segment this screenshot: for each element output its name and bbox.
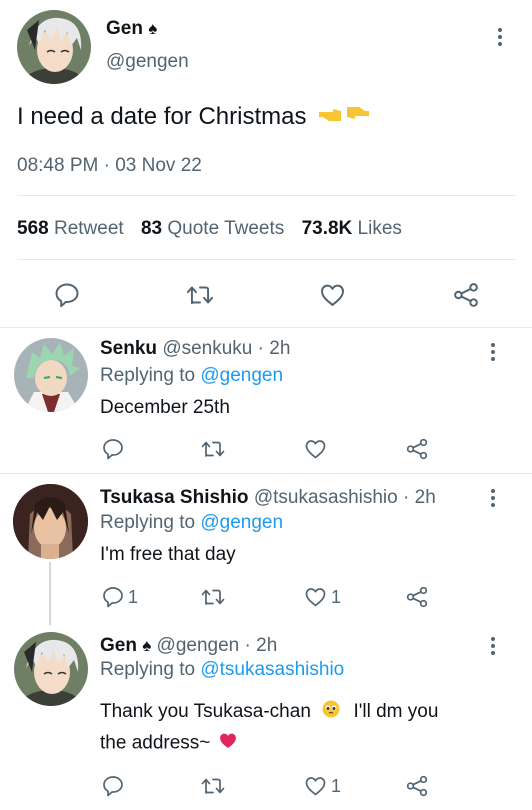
quote-stat[interactable]: 83 Quote Tweets [141,218,290,239]
pleading-face-emoji [322,700,340,724]
replying-to: Replying to @gengen [100,512,284,533]
more-icon[interactable] [497,28,503,49]
retweet-stat[interactable]: 568 Retweet [17,218,129,239]
reply-text: I'm free that day [100,544,236,565]
reply-icon[interactable] [101,774,125,798]
reply-header: Tsukasa Shishio @tsukasashishio · 2h [100,487,436,509]
avatar-tsukasa[interactable] [13,484,88,559]
reply-text: December 25th [100,397,230,418]
like-count: 1 [331,776,342,796]
reply-icon[interactable] [101,585,125,609]
replying-to: Replying to @gengen [100,365,284,386]
reply-text-line2: the address~ [100,732,237,755]
divider [0,473,532,474]
share-icon[interactable] [452,281,480,309]
main-author-handle[interactable]: @gengen [106,51,189,73]
reply-author-name[interactable]: Tsukasa Shishio [100,487,249,508]
reply-header: Senku @senkuku · 2h [100,338,290,360]
reply-icon[interactable] [101,437,125,461]
reply-time: · 2h [257,338,291,359]
reply-text-line1: Thank you Tsukasa-chan I'll dm you [100,700,439,724]
share-icon[interactable] [405,437,429,461]
main-author-name[interactable]: Gen ♠ [106,18,157,40]
like-icon[interactable] [303,585,328,609]
spade-icon: ♠ [148,19,158,38]
reply-time: · 2h [244,635,278,656]
divider [17,195,515,196]
retweet-icon[interactable] [200,774,226,798]
avatar-gen-reply[interactable] [14,632,88,706]
reply-author-name[interactable]: Gen ♠ [100,635,151,656]
reply-time: · 2h [403,487,436,508]
like-icon[interactable] [303,437,328,461]
retweet-icon[interactable] [200,585,226,609]
main-tweet-text: I need a date for Christmas [17,103,371,132]
reply-author-handle[interactable]: @tsukasashishio [254,487,398,508]
more-icon[interactable] [490,343,496,364]
reply-author-handle[interactable]: @gengen [157,635,240,656]
share-icon[interactable] [405,774,429,798]
replying-to-link[interactable]: @gengen [200,365,283,386]
avatar-gen-main[interactable] [17,10,91,84]
spade-icon: ♠ [142,636,152,655]
replying-to-link[interactable]: @tsukasashishio [200,659,344,680]
reply-icon[interactable] [53,281,81,309]
pointing-fingers-emoji [317,103,371,132]
likes-stat[interactable]: 73.8K Likes [302,218,402,239]
retweet-icon[interactable] [185,281,215,309]
like-icon[interactable] [303,774,328,798]
replying-to-link[interactable]: @gengen [200,512,283,533]
like-count: 1 [331,587,342,607]
reply-count: 1 [128,587,139,607]
like-icon[interactable] [318,281,347,309]
divider [17,259,515,260]
retweet-icon[interactable] [200,437,226,461]
main-timestamp[interactable]: 08:48 PM · 03 Nov 22 [17,155,202,177]
red-heart-emoji [219,732,237,755]
reply-author-name[interactable]: Senku [100,338,157,359]
replying-to: Replying to @tsukasashishio [100,659,345,680]
thread-connector [49,562,51,625]
avatar-senku[interactable] [14,338,88,412]
reply-header: Gen ♠ @gengen · 2h [100,635,277,657]
reply-author-handle[interactable]: @senkuku [162,338,252,359]
more-icon[interactable] [490,489,496,510]
share-icon[interactable] [405,585,429,609]
more-icon[interactable] [490,637,496,658]
main-stats: 568 Retweet 83 Quote Tweets 73.8K Likes [17,218,402,240]
divider [0,327,532,328]
